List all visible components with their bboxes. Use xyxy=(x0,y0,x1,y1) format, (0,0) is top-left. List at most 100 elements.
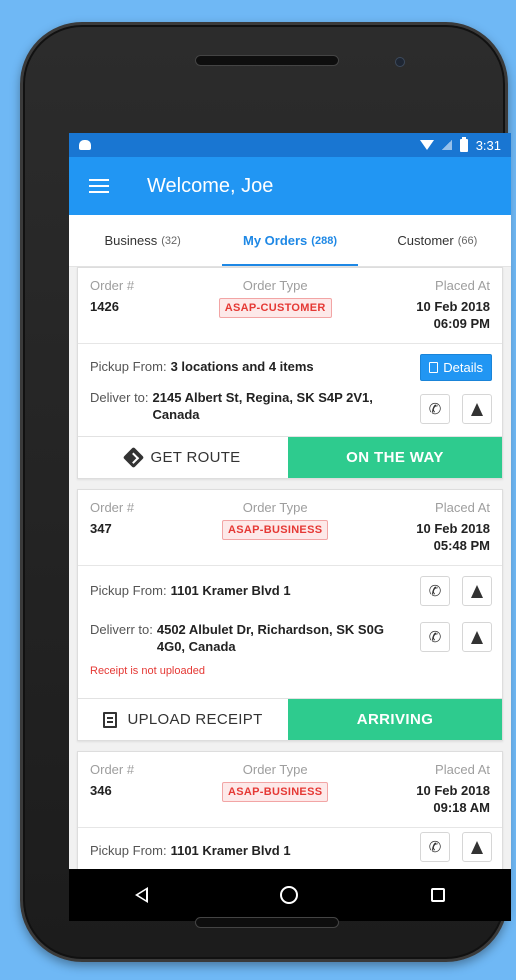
placed-time: 09:18 AM xyxy=(433,800,490,815)
phone-icon: ✆ xyxy=(428,839,442,856)
order-header: Order # 1426 Order Type ASAP-CUSTOMER Pl… xyxy=(78,268,502,344)
order-actions: GET ROUTE ON THE WAY xyxy=(78,436,502,478)
deliver-value: 2145 Albert St, Regina, SK S4P 2V1, Cana… xyxy=(152,390,373,422)
placed-at-label: Placed At xyxy=(435,762,490,777)
get-route-button[interactable]: GET ROUTE xyxy=(78,437,288,478)
order-number: 347 xyxy=(90,521,112,536)
pickup-label: Pickup From: xyxy=(90,843,167,858)
status-action-button[interactable]: ARRIVING xyxy=(288,699,502,740)
deliver-label: Deliverr to: xyxy=(90,622,153,637)
navigate-button[interactable] xyxy=(462,394,492,424)
tab-count: (66) xyxy=(457,234,478,247)
status-action-button[interactable]: ON THE WAY xyxy=(288,437,502,478)
tab-label: Customer xyxy=(397,233,454,248)
order-card: Order # 347 Order Type ASAP-BUSINESS Pla… xyxy=(77,489,503,741)
call-button[interactable]: ✆ xyxy=(420,832,450,862)
pickup-label: Pickup From: xyxy=(90,583,167,598)
tab-customer[interactable]: Customer (66) xyxy=(364,215,511,266)
pickup-value: 1101 Kramer Blvd 1 xyxy=(170,843,291,858)
order-body: Pickup From: 3 locations and 4 items Det… xyxy=(78,344,502,436)
navigate-pickup-button[interactable] xyxy=(462,576,492,606)
pickup-value: 1101 Kramer Blvd 1 xyxy=(170,583,291,598)
android-nav-bar xyxy=(69,869,511,921)
route-icon xyxy=(122,446,144,469)
tab-business[interactable]: Business (32) xyxy=(69,215,216,266)
receipt-icon xyxy=(103,711,118,728)
tab-my-orders[interactable]: My Orders (288) xyxy=(216,215,363,266)
order-number-label: Order # xyxy=(90,278,135,293)
order-number-label: Order # xyxy=(90,500,135,515)
pickup-value: 3 locations and 4 items xyxy=(170,359,314,374)
placed-date: 10 Feb 2018 xyxy=(416,299,490,314)
call-pickup-button[interactable]: ✆ xyxy=(420,576,450,606)
details-label: Details xyxy=(443,360,483,375)
navigate-button[interactable] xyxy=(462,832,492,862)
phone-icon: ✆ xyxy=(428,583,442,600)
get-route-label: GET ROUTE xyxy=(150,449,241,466)
deliver-line: Deliverr to: 4502 Albulet Dr, Richardson… xyxy=(90,621,390,655)
receipt-warning: Receipt is not uploaded xyxy=(90,665,205,677)
placed-time: 06:09 PM xyxy=(433,316,490,331)
order-header: Order # 347 Order Type ASAP-BUSINESS Pla… xyxy=(78,490,502,566)
phone-icon: ✆ xyxy=(428,401,442,418)
order-card: Order # 346 Order Type ASAP-BUSINESS Pla… xyxy=(77,751,503,869)
order-body: Pickup From: 1101 Kramer Blvd 1 ✆ xyxy=(78,828,502,869)
pickup-label: Pickup From: xyxy=(90,359,167,374)
order-header: Order # 346 Order Type ASAP-BUSINESS Pla… xyxy=(78,752,502,828)
tab-count: (288) xyxy=(311,234,337,247)
bottom-speaker xyxy=(195,917,339,928)
placed-date: 10 Feb 2018 xyxy=(416,783,490,798)
navigate-icon xyxy=(471,402,483,416)
placed-date: 10 Feb 2018 xyxy=(416,521,490,536)
android-icon xyxy=(79,140,91,150)
navigate-icon xyxy=(471,630,483,644)
orders-list: Order # 1426 Order Type ASAP-CUSTOMER Pl… xyxy=(69,267,511,869)
deliver-value: 4502 Albulet Dr, Richardson, SK S0G 4G0,… xyxy=(156,622,384,654)
front-camera xyxy=(395,57,405,67)
navigate-delivery-button[interactable] xyxy=(462,622,492,652)
navigate-icon xyxy=(471,584,483,598)
tab-label: Business xyxy=(104,233,158,248)
order-actions: UPLOAD RECEIPT ARRIVING xyxy=(78,698,502,740)
back-icon[interactable] xyxy=(135,887,149,903)
wifi-icon xyxy=(419,140,434,150)
upload-receipt-button[interactable]: UPLOAD RECEIPT xyxy=(78,699,288,740)
home-icon[interactable] xyxy=(280,886,299,904)
document-icon xyxy=(429,362,439,373)
order-type-badge: ASAP-BUSINESS xyxy=(221,520,329,540)
navigate-icon xyxy=(471,840,483,854)
upload-receipt-label: UPLOAD RECEIPT xyxy=(127,711,263,728)
app-bar: Welcome, Joe xyxy=(69,157,511,215)
tab-count: (32) xyxy=(161,234,181,247)
placed-at-label: Placed At xyxy=(435,278,490,293)
status-clock: 3:31 xyxy=(475,137,501,153)
call-button[interactable]: ✆ xyxy=(420,394,450,424)
order-body: Pickup From: 1101 Kramer Blvd 1 ✆ Delive… xyxy=(78,566,502,698)
order-type-badge: ASAP-CUSTOMER xyxy=(218,298,332,318)
order-type-label: Order Type xyxy=(242,278,308,293)
battery-icon xyxy=(459,136,468,152)
menu-icon[interactable] xyxy=(89,179,109,193)
tab-label: My Orders xyxy=(242,233,308,248)
screen: 3:31 Welcome, Joe Business (32) My Orders… xyxy=(69,133,511,869)
phone-icon: ✆ xyxy=(428,629,442,646)
order-number: 346 xyxy=(90,783,112,798)
order-number-label: Order # xyxy=(90,762,135,777)
phone-frame: 3:31 Welcome, Joe Business (32) My Orders… xyxy=(20,22,511,962)
order-card: Order # 1426 Order Type ASAP-CUSTOMER Pl… xyxy=(77,267,503,479)
order-number: 1426 xyxy=(90,299,119,314)
recent-apps-icon[interactable] xyxy=(430,888,445,902)
placed-time: 05:48 PM xyxy=(433,538,490,553)
tab-bar: Business (32) My Orders (288) Customer (66) xyxy=(69,215,511,267)
order-type-label: Order Type xyxy=(242,500,308,515)
signal-icon xyxy=(441,140,452,150)
deliver-line: Deliver to: 2145 Albert St, Regina, SK S… xyxy=(90,389,380,423)
order-type-badge: ASAP-BUSINESS xyxy=(221,782,329,802)
deliver-label: Deliver to: xyxy=(90,390,149,405)
top-speaker xyxy=(195,55,339,66)
status-bar: 3:31 xyxy=(69,133,511,157)
placed-at-label: Placed At xyxy=(435,500,490,515)
app-title: Welcome, Joe xyxy=(147,174,274,197)
details-button[interactable]: Details xyxy=(420,354,492,381)
call-delivery-button[interactable]: ✆ xyxy=(420,622,450,652)
